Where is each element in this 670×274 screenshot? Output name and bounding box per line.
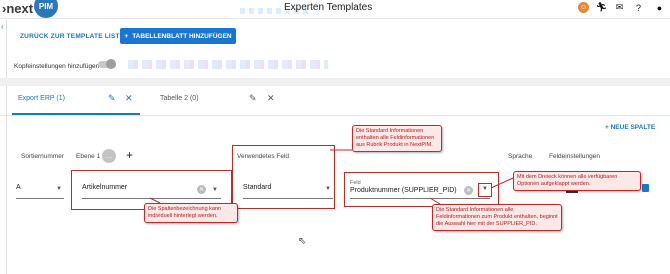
mouse-cursor-icon: ⇖ xyxy=(298,236,307,247)
callout-connectors xyxy=(149,149,514,205)
